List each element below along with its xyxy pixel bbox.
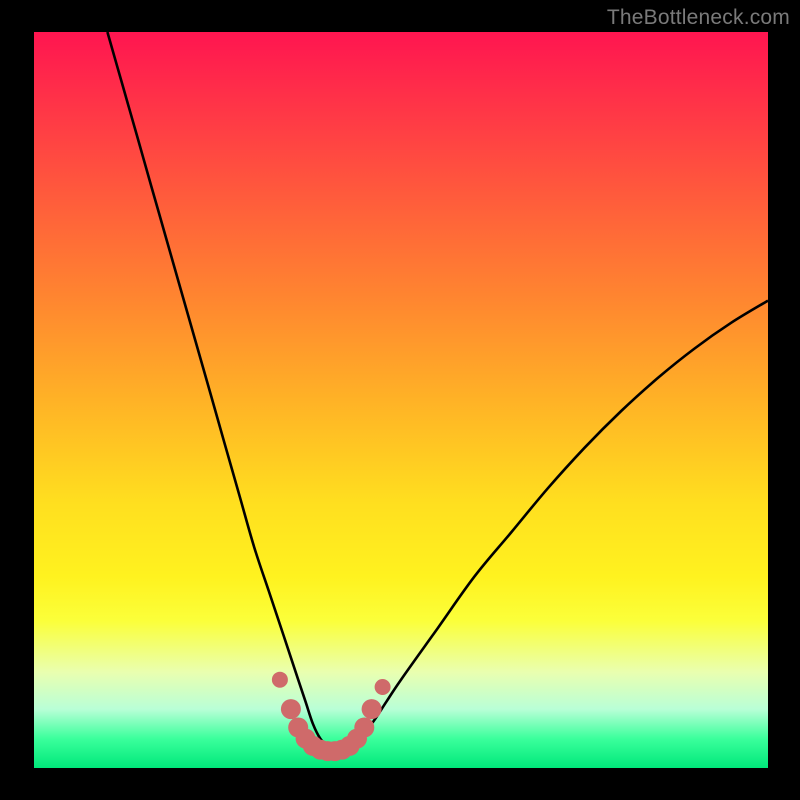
curve-svg xyxy=(34,32,768,768)
watermark-text: TheBottleneck.com xyxy=(607,6,790,30)
plot-area xyxy=(34,32,768,768)
highlight-markers xyxy=(272,672,391,761)
bottleneck-curve xyxy=(107,32,768,750)
chart-frame: TheBottleneck.com xyxy=(0,0,800,800)
marker-dot xyxy=(272,672,288,688)
marker-dot xyxy=(281,699,301,719)
marker-dot xyxy=(362,699,382,719)
marker-dot xyxy=(375,679,391,695)
marker-dot xyxy=(354,718,374,738)
